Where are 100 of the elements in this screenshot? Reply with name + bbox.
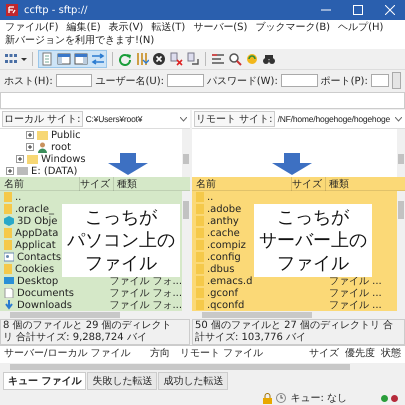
column-header[interactable]: 名前 [0,176,80,190]
desktop-icon [4,276,14,286]
tree-item[interactable]: Public [51,130,81,140]
transfer-arrows-icon[interactable] [91,52,105,66]
expand-icon[interactable] [6,167,14,175]
scrollbar[interactable] [182,129,190,177]
sync-icon[interactable] [245,52,259,66]
scrollbar[interactable] [182,191,190,311]
drive-icon [17,167,28,175]
disconnect-icon[interactable] [169,52,183,66]
search-icon[interactable] [228,52,242,66]
site-label: ローカル サイト: [2,111,83,127]
file-name[interactable]: .qconfd [207,300,244,310]
file-name[interactable]: AppData [15,228,58,238]
refresh-icon[interactable] [118,52,132,66]
path-field[interactable]: /NF/home/hogehoge/hogehoge [276,114,403,124]
lock-icon [263,392,272,404]
panel-icon[interactable] [74,52,88,66]
dropdown-icon[interactable] [180,116,187,122]
file-name[interactable]: .anthy [207,216,239,226]
input-field[interactable] [56,74,92,87]
tree-item[interactable]: root [51,142,72,152]
scrollbar[interactable] [0,311,190,319]
file-name[interactable]: Applicat [15,240,56,250]
contacts-icon [4,252,14,262]
file-name[interactable]: .. [207,192,214,202]
scrollbar[interactable] [397,191,405,311]
column-header[interactable]: サイズ [80,176,114,190]
expand-icon[interactable] [16,155,24,163]
list-icon[interactable] [211,52,225,66]
menu-item[interactable]: 新バージョンを利用できます!(N) [5,35,154,47]
folder-icon [27,154,38,164]
column-header[interactable]: 種類 [326,176,397,190]
menu-item[interactable]: 転送(T) [151,22,186,34]
menu-item[interactable]: ブックマーク(B) [255,22,330,34]
file-name[interactable]: .adobe [207,204,242,214]
file-name[interactable]: .compiz [207,240,246,250]
file-name[interactable]: .emacs.d [207,276,252,286]
field-label: ポート(P): [320,74,368,88]
tree-item[interactable]: Windows [41,154,86,164]
file-name[interactable]: Contacts [17,252,62,262]
callout-text: ファイル [277,252,349,275]
file-name[interactable]: .dbus [207,264,234,274]
column-header[interactable]: 優先度 [345,346,375,360]
input-field[interactable] [166,74,204,87]
column-header[interactable]: サイズ [292,176,326,190]
queue-tab[interactable]: 失敗した転送 [87,372,158,390]
expand-icon[interactable] [26,131,34,139]
menu-item[interactable]: 表示(V) [108,22,144,34]
filter-icon[interactable] [135,52,149,66]
queue-tab[interactable]: キュー ファイル [3,372,86,390]
file-name[interactable]: 3D Obje [17,216,58,226]
file-name[interactable]: .config [207,252,241,262]
column-header[interactable]: サイズ [309,346,339,360]
menu-item[interactable]: ファイル(F) [5,22,59,34]
page-icon[interactable] [40,52,54,66]
status-lights-icon [381,394,399,402]
file-name[interactable]: Cookies [15,264,54,274]
file-name[interactable]: .gconf [207,288,238,298]
callout-text: サーバー上の [259,229,367,252]
input-field[interactable] [280,74,318,87]
input-field[interactable] [370,74,390,87]
scrollbar[interactable] [397,129,405,177]
document-icon [4,288,14,298]
menu-item[interactable]: 編集(E) [66,22,101,34]
menu-item[interactable]: ヘルプ(H) [338,22,384,34]
column-header[interactable]: 名前 [192,176,292,190]
down-arrow-icon [108,153,148,175]
file-name[interactable]: Downloads [17,300,72,310]
close-icon[interactable] [385,5,395,15]
menu-item[interactable]: サーバー(S) [193,22,248,34]
file-name[interactable]: Desktop [17,276,58,286]
column-header[interactable]: リモート ファイル [180,346,303,360]
file-name[interactable]: .cache [207,228,240,238]
column-header[interactable]: サーバー/ローカル ファイル [4,346,144,360]
file-name[interactable]: .oracle_ [15,204,54,214]
expand-icon[interactable] [26,143,34,151]
column-header[interactable]: 方向 [150,346,174,360]
file-name[interactable]: Documents [17,288,74,298]
reconnect-icon[interactable] [186,52,200,66]
queue-tab[interactable]: 成功した転送 [158,372,228,390]
grid-icon[interactable] [4,52,18,66]
scrollbar[interactable] [192,311,405,319]
queue-status: キュー: なし [290,392,347,405]
file-type: ファイル ... [329,276,382,287]
column-header[interactable]: 状態 [381,346,401,360]
tree-item[interactable]: E: (DATA) [31,166,78,176]
scrollbar[interactable] [0,363,405,371]
binoculars-icon[interactable] [262,52,276,66]
column-header[interactable]: 種類 [114,176,182,190]
panel-icon[interactable] [57,52,71,66]
file-name[interactable]: .. [15,192,22,202]
cancel-icon[interactable] [152,52,166,66]
field-label: パスワード(W): [206,74,278,88]
down-arrow-icon [272,153,312,175]
maximize-icon[interactable] [353,5,363,15]
callout-text: ファイル [85,252,157,275]
user-icon [37,142,48,152]
path-field[interactable]: C:¥Users¥root¥ [84,114,188,124]
dropdown-icon[interactable] [395,116,402,122]
